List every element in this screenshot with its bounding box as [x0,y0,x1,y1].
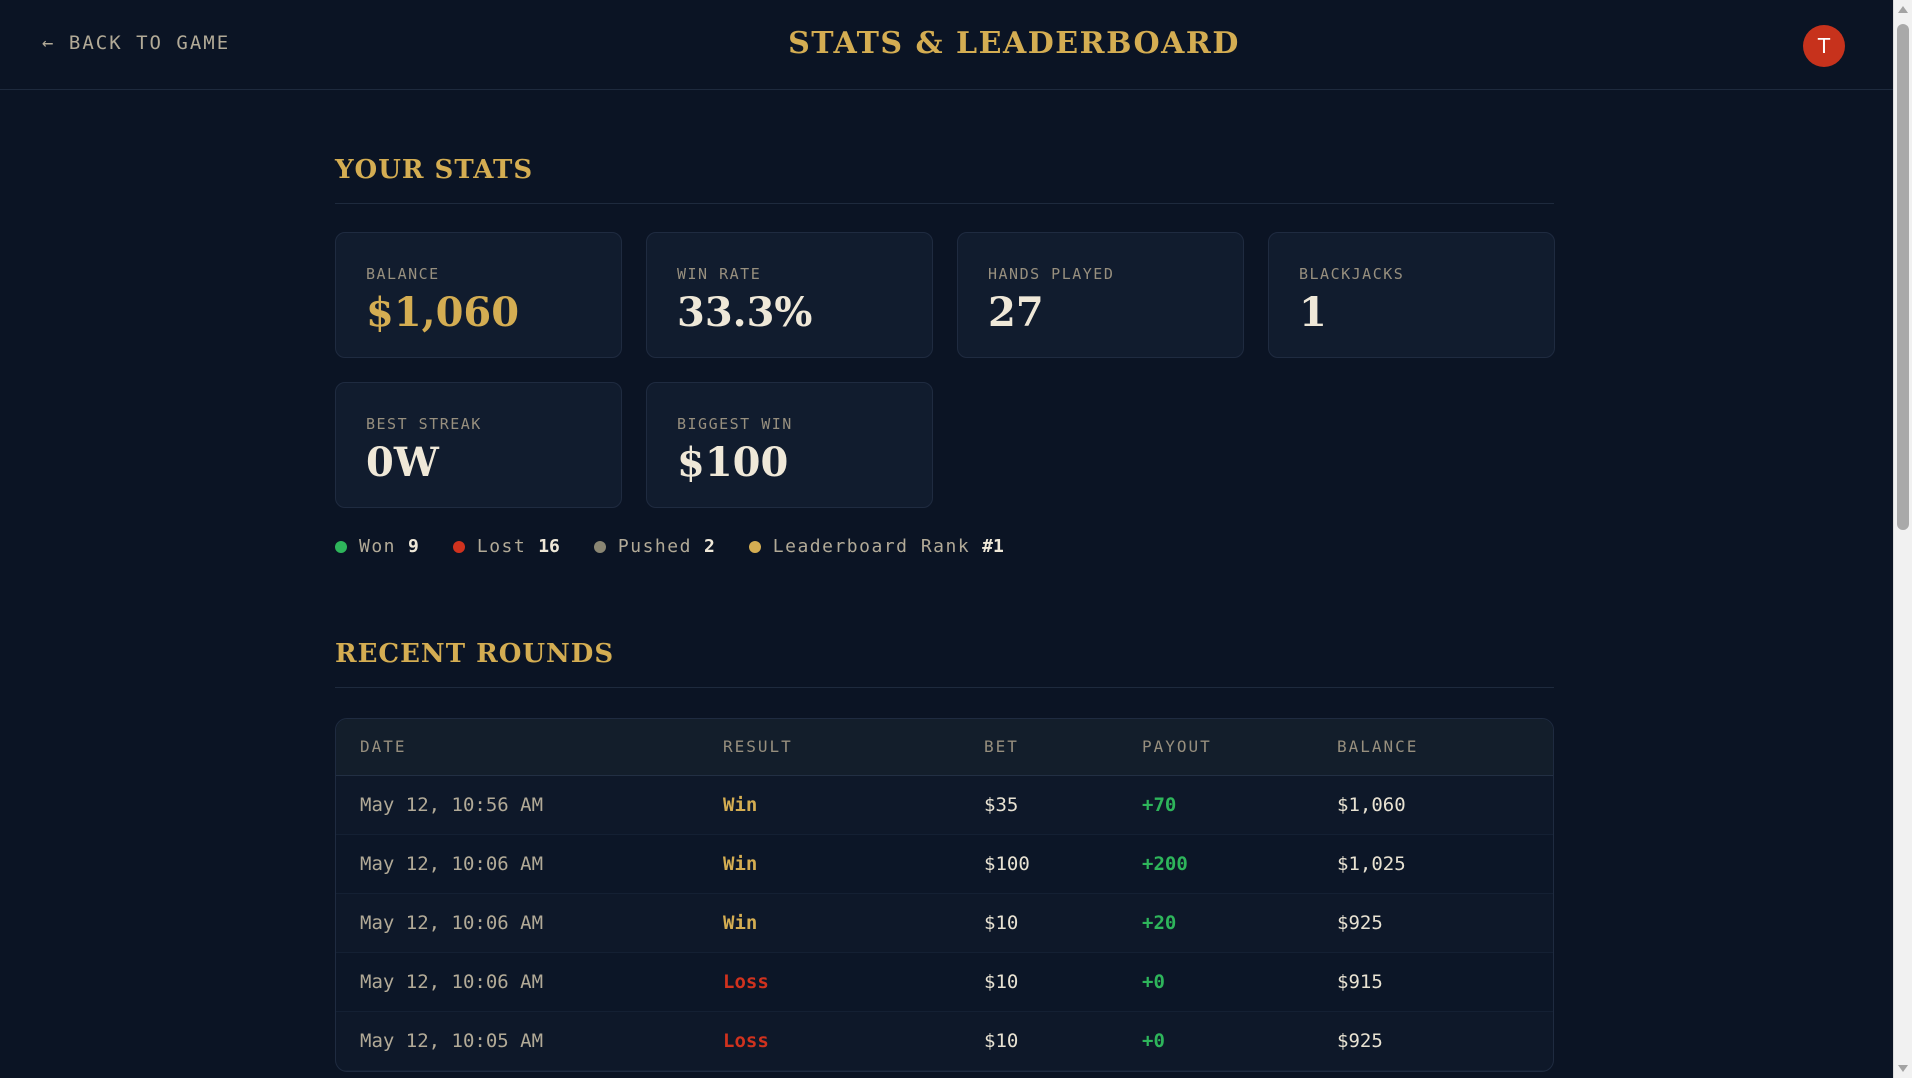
cell-result: Loss [723,970,769,993]
cell-result: Win [723,793,758,816]
cell-result: Loss [723,1029,769,1052]
table-row: May 12, 10:06 AM Win $100 +200 $1,025 [336,834,1553,893]
cell-bet: $100 [984,852,1030,875]
stat-card-biggest-win: BIGGEST WIN $100 [646,382,933,508]
cell-payout: +20 [1142,911,1177,934]
summary-leaderboard-rank: Leaderboard Rank #1 [748,536,1004,557]
column-header-bet: BET [984,737,1019,757]
cell-bet: $10 [984,911,1019,934]
stat-card-hands-played: HANDS PLAYED 27 [957,232,1244,358]
stat-card-value: 33.3% [677,289,813,336]
table-row: May 12, 10:56 AM Win $35 +70 $1,060 [336,775,1553,834]
summary-pushed: Pushed 2 [593,536,715,557]
scroll-down-arrow-icon[interactable] [1898,1065,1908,1072]
summary-label: Pushed [617,536,692,557]
main-content: YOUR STATS BALANCE $1,060 WIN RATE 33.3%… [335,90,1555,1072]
table-row: May 12, 10:05 AM Loss $10 +0 $925 [336,1011,1553,1070]
cell-balance: $915 [1337,970,1383,993]
summary-count: 9 [408,536,419,557]
stat-card-label: BLACKJACKS [1299,265,1405,283]
stat-card-value: 1 [1299,289,1327,336]
cell-balance: $1,060 [1337,793,1406,816]
cell-date: May 12, 10:06 AM [360,911,544,934]
cell-date: May 12, 10:05 AM [360,1029,544,1052]
summary-count: #1 [982,536,1004,557]
summary-label: Won [359,536,397,557]
lost-dot-icon [452,540,465,553]
cell-result: Win [723,911,758,934]
table-row: May 12, 10:06 AM Win $10 +20 $925 [336,893,1553,952]
cell-date: May 12, 10:06 AM [360,970,544,993]
summary-won: Won 9 [335,536,419,557]
cell-payout: +200 [1142,852,1188,875]
scroll-up-arrow-icon[interactable] [1898,6,1908,13]
cell-balance: $1,025 [1337,852,1406,875]
table-header-row: DATE RESULT BET PAYOUT BALANCE [336,719,1553,775]
stats-page: ← BACK TO GAME STATS & LEADERBOARD T YOU… [0,0,1893,1078]
stat-card-value: $1,060 [366,289,520,336]
cell-balance: $925 [1337,911,1383,934]
cell-payout: +0 [1142,970,1165,993]
stat-card-blackjacks: BLACKJACKS 1 [1268,232,1555,358]
rank-dot-icon [748,540,761,553]
summary-count: 2 [703,536,715,557]
cell-bet: $35 [984,793,1019,816]
column-header-result: RESULT [723,737,793,757]
stat-card-label: BALANCE [366,265,440,283]
cell-date: May 12, 10:56 AM [360,793,544,816]
results-summary: Won 9 Lost 16 Pushed 2 Leaderboard Rank … [335,536,1554,557]
stat-card-label: WIN RATE [677,265,762,283]
user-avatar[interactable]: T [1803,25,1845,67]
column-header-date: DATE [360,737,407,757]
cell-balance: $925 [1337,1029,1383,1052]
your-stats-heading: YOUR STATS [335,155,1554,204]
stat-card-best-streak: BEST STREAK 0W [335,382,622,508]
summary-label: Lost [476,536,527,557]
stat-card-label: BEST STREAK [366,415,482,433]
stat-card-win-rate: WIN RATE 33.3% [646,232,933,358]
summary-count: 16 [538,536,560,557]
recent-rounds-table: DATE RESULT BET PAYOUT BALANCE May 12, 1… [335,718,1554,1072]
column-header-balance: BALANCE [1337,737,1419,757]
cell-bet: $10 [984,970,1019,993]
stat-card-label: HANDS PLAYED [988,265,1115,283]
stat-card-value: 0W [366,439,439,486]
cell-result: Win [723,852,758,875]
top-bar: ← BACK TO GAME STATS & LEADERBOARD T [0,0,1893,90]
vertical-scrollbar[interactable] [1893,0,1912,1078]
stat-cards: BALANCE $1,060 WIN RATE 33.3% HANDS PLAY… [335,232,1555,508]
stat-card-balance: BALANCE $1,060 [335,232,622,358]
scrollbar-thumb[interactable] [1897,24,1909,530]
cell-date: May 12, 10:06 AM [360,852,544,875]
cell-payout: +70 [1142,793,1177,816]
table-row: May 12, 10:06 AM Loss $10 +0 $915 [336,952,1553,1011]
summary-label: Leaderboard Rank [772,536,971,557]
recent-rounds-heading: RECENT ROUNDS [335,639,1554,688]
cell-payout: +0 [1142,1029,1165,1052]
page-title: STATS & LEADERBOARD [788,26,1240,61]
cell-bet: $10 [984,1029,1019,1052]
stat-card-value: $100 [677,439,789,486]
won-dot-icon [335,540,347,553]
column-header-payout: PAYOUT [1142,737,1212,757]
stat-card-label: BIGGEST WIN [677,415,793,433]
pushed-dot-icon [593,540,606,553]
stat-card-value: 27 [988,289,1044,336]
summary-lost: Lost 16 [452,536,560,557]
